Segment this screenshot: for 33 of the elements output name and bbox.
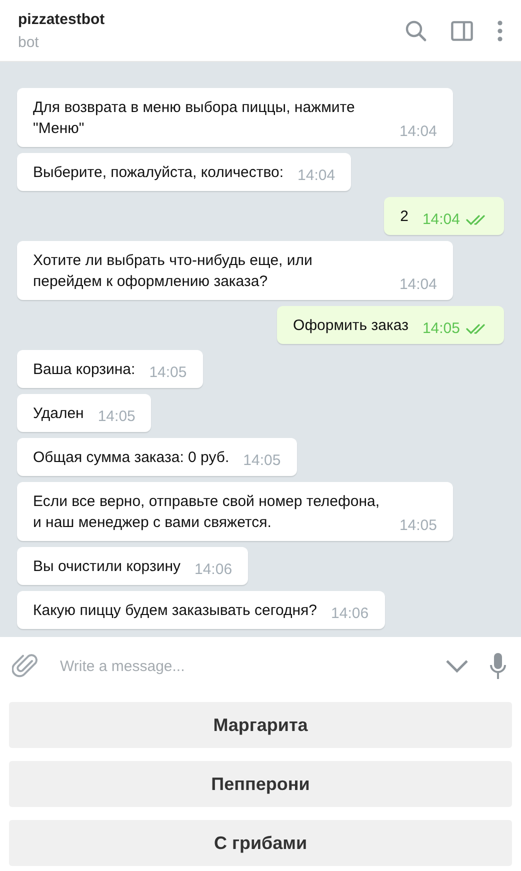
message-text: Выберите, пожалуйста, количество: [33, 163, 284, 183]
message-time: 14:04 [399, 275, 437, 295]
message-text: Общая сумма заказа: 0 руб. [33, 448, 230, 468]
message-time: 14:04 [399, 122, 437, 142]
message-time: 14:05 [243, 451, 281, 471]
message-time: 14:05 [98, 407, 136, 427]
message-text: Оформить заказ [293, 316, 408, 336]
message-time: 14:06 [331, 604, 369, 624]
message-text: Если все верно, отправьте свой номер телефона, и наш менеджер с вами свяжется. [33, 492, 381, 533]
search-icon[interactable] [405, 20, 427, 42]
message-text: Вы очистили корзину [33, 557, 180, 577]
message-text: 2 [400, 207, 408, 227]
message-time: 14:05 [399, 516, 437, 536]
keyboard-button[interactable]: С грибами [9, 820, 512, 866]
message-text: Для возврата в меню выбора пиццы, нажмите "Меню" [33, 98, 356, 139]
message-time: 14:04 [422, 210, 460, 230]
message-time: 14:05 [149, 363, 187, 383]
message-text: Удален [33, 404, 84, 424]
keyboard-button[interactable]: Пепперони [9, 761, 512, 807]
chat-subtitle: bot [18, 34, 40, 50]
message-time: 14:05 [422, 319, 460, 339]
message-text: Какую пиццу будем заказывать сегодня? [33, 601, 318, 621]
keyboard-button[interactable]: Маргарита [9, 702, 512, 748]
message-text: Ваша корзина: [33, 360, 136, 380]
microphone-icon[interactable] [489, 652, 507, 680]
more-icon[interactable] [497, 20, 503, 42]
chevron-down-icon[interactable] [445, 659, 469, 673]
message-time: 14:06 [194, 560, 232, 580]
paperclip-icon[interactable] [12, 652, 40, 680]
chat-title: pizzatestbot [18, 10, 106, 28]
sidebar-icon[interactable] [451, 20, 473, 40]
message-time: 14:04 [298, 166, 336, 186]
message-text: Хотите ли выбрать что-нибудь еще, или перейдем к оформлению заказа? [33, 251, 314, 292]
